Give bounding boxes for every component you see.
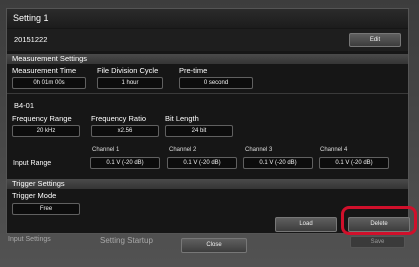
channel-1-label: Channel 1 (92, 147, 120, 153)
trigger-mode-label: Trigger Mode (12, 191, 57, 200)
setting-name: 20151222 (14, 35, 48, 44)
file-division-cycle-label: File Division Cycle (97, 66, 159, 75)
input-range-label: Input Range (13, 160, 52, 167)
edit-button[interactable]: Edit (349, 33, 401, 47)
dialog-title: Setting 1 (7, 9, 408, 28)
channel-3-range-field[interactable]: 0.1 V (-20 dB) (243, 157, 313, 169)
bg-input-settings-label: Input Settings (8, 236, 51, 243)
settings-dialog: Setting 1 20151222 Edit Measurement Sett… (6, 8, 410, 234)
channel-2-label: Channel 2 (169, 147, 197, 153)
channel-1-range-field[interactable]: 0.1 V (-20 dB) (90, 157, 160, 169)
frequency-ratio-field[interactable]: x2.56 (91, 125, 159, 137)
close-button[interactable]: Close (181, 238, 247, 253)
file-division-cycle-field[interactable]: 1 hour (97, 77, 163, 89)
delete-highlight-outline (341, 206, 417, 235)
frequency-range-field[interactable]: 20 kHz (12, 125, 80, 137)
setting-name-row: 20151222 (7, 29, 408, 51)
frequency-range-label: Frequency Range (12, 114, 72, 123)
measurement-time-label: Measurement Time (12, 66, 77, 75)
measurement-settings-header: Measurement Settings (7, 54, 408, 64)
frequency-ratio-label: Frequency Ratio (91, 114, 147, 123)
divider (7, 93, 408, 94)
bg-setting-startup-label: Setting Startup (100, 236, 153, 245)
trigger-settings-header: Trigger Settings (7, 179, 408, 189)
module-name: B4-01 (14, 101, 35, 110)
bg-save-button: Save (350, 236, 405, 248)
pretime-field[interactable]: 0 second (179, 77, 253, 89)
bit-length-field[interactable]: 24 bit (165, 125, 233, 137)
trigger-mode-field[interactable]: Free (12, 203, 80, 215)
channel-3-label: Channel 3 (245, 147, 273, 153)
channel-4-range-field[interactable]: 0.1 V (-20 dB) (319, 157, 389, 169)
measurement-time-field[interactable]: 0h 01m 00s (12, 77, 86, 89)
channel-4-label: Channel 4 (320, 147, 348, 153)
bit-length-label: Bit Length (165, 114, 199, 123)
load-button[interactable]: Load (275, 217, 337, 232)
channel-2-range-field[interactable]: 0.1 V (-20 dB) (167, 157, 237, 169)
pretime-label: Pre-time (179, 66, 208, 75)
